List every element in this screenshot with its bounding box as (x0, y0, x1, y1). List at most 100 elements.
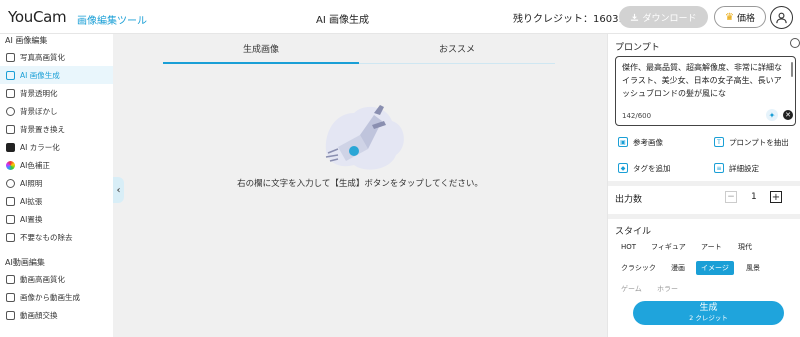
result-tabs: 生成画像 おススメ (163, 42, 555, 64)
sidebar-item-color-correct[interactable]: AI色補正 (0, 156, 113, 174)
prompt-textarea[interactable]: 傑作、最高品質、超高解像度、非常に詳細なイラスト、美少女、日本の女子高生、長いア… (615, 56, 796, 126)
color-correct-icon (6, 160, 15, 170)
clear-icon[interactable]: ✕ (783, 110, 793, 120)
sidebar-item-label: 背景置き換え (20, 124, 65, 134)
prompt-scrollbar[interactable] (791, 62, 793, 77)
sidebar-item-label: 背景ぼかし (20, 106, 58, 116)
replace-bg-icon (6, 124, 15, 134)
page-title: AI 画像生成 (316, 15, 369, 26)
download-button[interactable]: ダウンロード (619, 6, 708, 28)
sidebar-item-label: AI色補正 (20, 160, 50, 170)
sidebar-item-label: 動画高画質化 (20, 274, 65, 284)
remove-object-icon (6, 232, 15, 242)
blur-bg-icon (6, 106, 15, 116)
image-icon: ▣ (618, 137, 628, 147)
add-tag-button[interactable]: ◆ タグを追加 (612, 159, 700, 177)
ai-generate-icon (6, 70, 15, 80)
sidebar-item-face-swap[interactable]: 動画顔交換 (0, 306, 113, 324)
enhance-icon (6, 52, 15, 62)
sidebar-item-label: 不要なもの除去 (20, 232, 73, 242)
empty-state-illustration (325, 105, 404, 170)
style-chip[interactable]: クラシック (616, 261, 661, 275)
transparent-bg-icon (6, 88, 15, 98)
history-icon[interactable] (790, 38, 800, 48)
sidebar-item-expand[interactable]: AI拡張 (0, 192, 113, 210)
colorize-icon (6, 142, 15, 152)
prompt-label: プロンプト (615, 43, 660, 53)
app-header: YouCam 画像編集ツール AI 画像生成 残りクレジット：16031 ダウン… (0, 0, 800, 34)
sidebar-item-colorize[interactable]: AI カラー化 (0, 138, 113, 156)
price-label: 価格 (736, 13, 755, 24)
logo-subtitle: 画像編集ツール (77, 16, 147, 27)
sidebar-item-label: AI拡張 (20, 196, 43, 206)
style-chip[interactable]: フィギュア (646, 240, 691, 254)
extract-prompt-button[interactable]: T プロンプトを抽出 (708, 133, 796, 151)
video-enhance-icon (6, 274, 15, 284)
generate-button[interactable]: 生成 2 クレジット (633, 301, 784, 325)
sidebar-divider (0, 246, 113, 256)
sidebar-section-ai-video: AI動画編集 (5, 258, 45, 267)
tab-recommended[interactable]: おススメ (359, 42, 555, 64)
increase-button[interactable]: + (770, 191, 782, 203)
style-chip-selected[interactable]: イメージ (696, 261, 734, 275)
sidebar-item-image-to-video[interactable]: 画像から動画生成 (0, 288, 113, 306)
style-chip[interactable]: ゲーム (616, 282, 647, 296)
sidebar-item-enhance[interactable]: 写真高画質化 (0, 48, 113, 66)
image-to-video-icon (6, 292, 15, 302)
download-icon (631, 13, 639, 21)
crown-icon: ♛ (725, 11, 734, 23)
lightbulb-icon[interactable]: ✦ (766, 109, 778, 121)
prompt-char-count: 142/600 (622, 112, 652, 120)
tag-icon: ◆ (618, 163, 628, 173)
logo[interactable]: YouCam (8, 8, 67, 26)
output-count-value: 1 (751, 192, 757, 202)
sidebar-item-label: 画像から動画生成 (20, 292, 80, 302)
style-chip[interactable]: 漫画 (666, 261, 690, 275)
sidebar-item-replace[interactable]: AI置換 (0, 210, 113, 228)
empty-state-hint: 右の欄に文字を入力して【生成】ボタンをタップしてください。 (237, 179, 483, 189)
settings-panel: プロンプト 傑作、最高品質、超高解像度、非常に詳細なイラスト、美少女、日本の女子… (607, 34, 800, 337)
price-button[interactable]: ♛ 価格 (714, 6, 766, 28)
sidebar-item-label: 写真高画質化 (20, 52, 65, 62)
face-swap-icon (6, 310, 15, 320)
user-icon (776, 12, 787, 24)
sidebar-item-label: AI カラー化 (20, 142, 60, 152)
sidebar-item-replace-bg[interactable]: 背景置き換え (0, 120, 113, 138)
style-chip[interactable]: 現代 (733, 240, 757, 254)
replace-icon (6, 214, 15, 224)
style-chip[interactable]: 風景 (741, 261, 765, 275)
sidebar-item-remove-object[interactable]: 不要なもの除去 (0, 228, 113, 246)
sidebar-item-video-enhance[interactable]: 動画高画質化 (0, 270, 113, 288)
sidebar: AI 画像編集 写真高画質化 AI 画像生成 背景透明化 背景ぼかし 背景置き換… (0, 34, 113, 337)
text-icon: T (714, 137, 724, 147)
light-icon (6, 178, 15, 188)
tab-generated-images[interactable]: 生成画像 (163, 42, 359, 64)
advanced-settings-button[interactable]: ≡ 詳細設定 (708, 159, 796, 177)
expand-icon (6, 196, 15, 206)
credits-remaining: 残りクレジット：16031 (513, 14, 625, 25)
reference-image-button[interactable]: ▣ 参考画像 (612, 133, 700, 151)
extract-prompt-label: プロンプトを抽出 (729, 137, 789, 147)
style-label: スタイル (615, 227, 652, 237)
generate-cost: 2 クレジット (689, 314, 728, 322)
sidebar-item-label: 背景透明化 (20, 88, 58, 98)
style-chip[interactable]: ホラー (652, 282, 683, 296)
user-account-button[interactable] (770, 6, 793, 29)
prompt-text[interactable]: 傑作、最高品質、超高解像度、非常に詳細なイラスト、美少女、日本の女子高生、長いア… (622, 61, 789, 101)
sidebar-item-light[interactable]: AI照明 (0, 174, 113, 192)
sliders-icon: ≡ (714, 163, 724, 173)
sidebar-section-ai-image: AI 画像編集 (5, 36, 48, 45)
sidebar-item-ai-generate[interactable]: AI 画像生成 (0, 66, 113, 84)
advanced-settings-label: 詳細設定 (729, 163, 759, 173)
reference-image-label: 参考画像 (633, 137, 663, 147)
panel-divider (608, 214, 800, 219)
sidebar-item-transparent-bg[interactable]: 背景透明化 (0, 84, 113, 102)
style-chip[interactable]: HOT (616, 240, 642, 254)
decrease-button[interactable]: − (725, 191, 737, 203)
sidebar-item-blur-bg[interactable]: 背景ぼかし (0, 102, 113, 120)
add-tag-label: タグを追加 (633, 163, 671, 173)
style-chip[interactable]: アート (696, 240, 727, 254)
sidebar-item-label: 動画顔交換 (20, 310, 58, 320)
generate-label: 生成 (699, 303, 718, 313)
sidebar-item-label: AI置換 (20, 214, 43, 224)
